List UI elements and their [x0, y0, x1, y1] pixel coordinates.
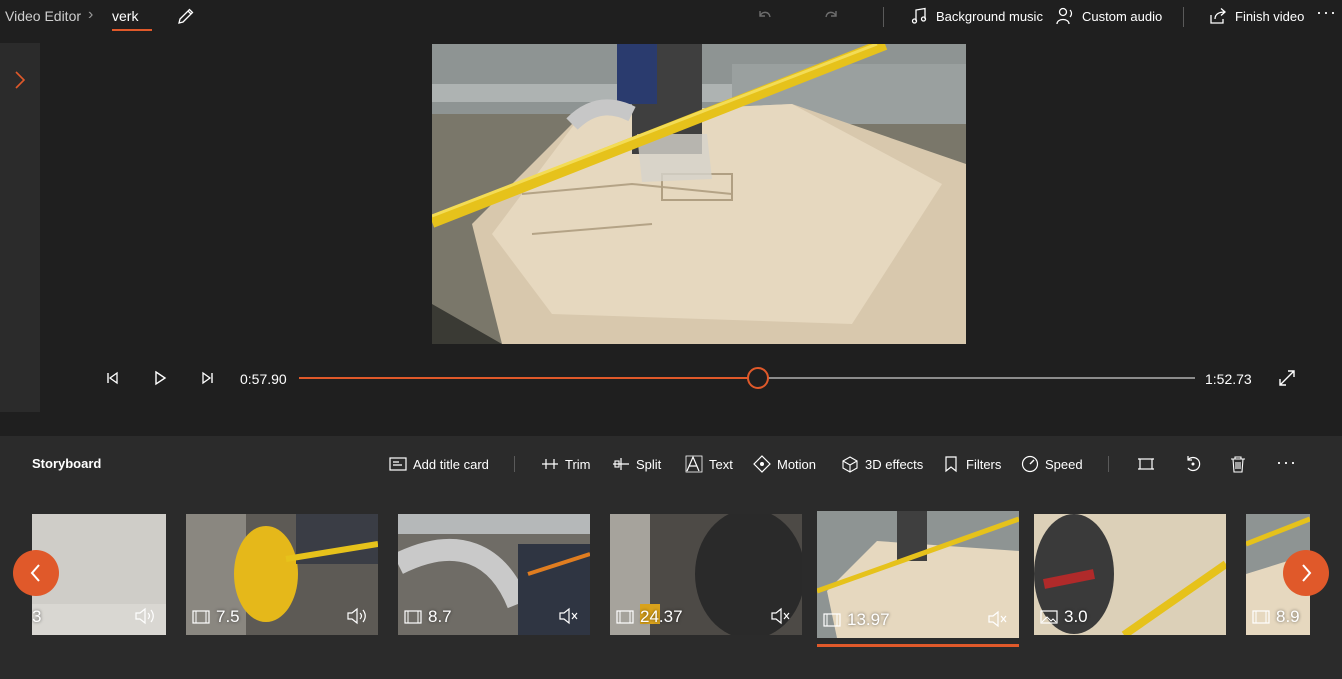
video-frame-image [432, 44, 966, 344]
play-icon[interactable] [150, 368, 170, 388]
title-card-icon [389, 457, 407, 471]
text-icon [685, 455, 703, 473]
text-button[interactable]: Text [685, 454, 733, 474]
split-icon [613, 458, 629, 470]
scroll-right-button[interactable] [1283, 550, 1329, 596]
storyboard-divider [1108, 456, 1109, 472]
custom-audio-label: Custom audio [1082, 8, 1163, 24]
selected-clip-indicator [817, 644, 1019, 647]
storyboard-clip[interactable]: 7.5 [186, 514, 378, 635]
redo-icon[interactable] [822, 6, 842, 26]
resize-icon[interactable] [1137, 455, 1155, 473]
background-music-label: Background music [936, 8, 1043, 24]
video-clip-icon [823, 613, 841, 627]
chevron-left-icon [30, 564, 40, 582]
trim-button[interactable]: Trim [541, 454, 591, 474]
person-audio-icon [1056, 7, 1073, 25]
video-clip-icon [404, 610, 422, 624]
split-button[interactable]: Split [612, 454, 661, 474]
video-clip-icon [1252, 610, 1270, 624]
clip-info: 3 [32, 607, 41, 627]
clip-info: 7.5 [192, 607, 240, 627]
filters-icon [945, 456, 957, 473]
storyboard-clip[interactable]: 24.37 [610, 514, 802, 635]
delete-icon[interactable] [1229, 455, 1247, 473]
3d-effects-icon [842, 456, 858, 473]
project-name-underline [112, 29, 152, 31]
clip-info: 13.97 [823, 610, 890, 630]
motion-icon [753, 455, 771, 473]
storyboard-more-button[interactable]: ··· [1276, 452, 1297, 473]
background-music-button[interactable]: Background music [910, 0, 1043, 32]
split-label: Split [636, 456, 662, 472]
speed-label: Speed [1045, 456, 1083, 472]
breadcrumb-root[interactable]: Video Editor [5, 8, 81, 24]
mute-icon[interactable] [558, 607, 580, 625]
clip-info: 24.37 [616, 607, 683, 627]
mute-icon[interactable] [770, 607, 792, 625]
trim-icon [542, 459, 558, 469]
toolbar-divider [883, 7, 884, 27]
motion-button[interactable]: Motion [753, 454, 816, 474]
clip-duration: 3 [32, 607, 42, 626]
seek-thumb[interactable] [746, 367, 769, 389]
clip-duration: 3.0 [1064, 607, 1088, 626]
scroll-left-button[interactable] [13, 550, 59, 596]
3d-effects-button[interactable]: 3D effects [841, 454, 923, 474]
clip-info: 3.0 [1040, 607, 1088, 627]
rotate-icon[interactable] [1184, 455, 1202, 473]
finish-video-label: Finish video [1235, 8, 1305, 24]
storyboard-clip[interactable]: 8.7 [398, 514, 590, 635]
speed-icon [1021, 455, 1039, 473]
clip-duration: 8.7 [428, 607, 452, 626]
storyboard-clip-selected[interactable]: 13.97 [817, 511, 1019, 638]
text-label: Text [709, 456, 733, 472]
video-preview[interactable] [432, 44, 966, 344]
3d-effects-label: 3D effects [865, 456, 924, 472]
trim-label: Trim [565, 456, 591, 472]
image-clip-icon [1040, 610, 1058, 624]
chevron-right-icon [1302, 564, 1312, 582]
volume-icon[interactable] [346, 607, 368, 625]
filters-label: Filters [966, 456, 1002, 472]
storyboard-panel: Storyboard Add title card Trim Split Tex… [0, 436, 1342, 679]
pencil-icon[interactable] [176, 6, 196, 26]
current-time: 0:57.90 [240, 371, 287, 387]
custom-audio-button[interactable]: Custom audio [1056, 0, 1162, 32]
next-frame-icon[interactable] [198, 368, 218, 388]
storyboard-divider [514, 456, 515, 472]
toolbar-divider [1183, 7, 1184, 27]
clip-duration: 24.37 [640, 607, 683, 626]
music-note-icon [911, 7, 927, 24]
add-title-card-button[interactable]: Add title card [389, 454, 489, 474]
filters-button[interactable]: Filters [942, 454, 1001, 474]
more-options-button[interactable]: ··· [1316, 2, 1337, 23]
storyboard-clip[interactable]: 3.0 [1034, 514, 1226, 635]
add-title-card-label: Add title card [413, 456, 489, 472]
video-clip-icon [616, 610, 634, 624]
previous-frame-icon[interactable] [102, 368, 122, 388]
title-bar: Video Editor › verk Background music Cus… [0, 0, 1342, 32]
speed-button[interactable]: Speed [1021, 454, 1083, 474]
finish-video-button[interactable]: Finish video [1209, 0, 1304, 32]
clip-duration: 13.97 [847, 610, 890, 629]
mute-icon[interactable] [987, 610, 1009, 628]
clip-duration: 8.9 [1276, 607, 1300, 626]
seek-progress [299, 377, 758, 379]
fullscreen-icon[interactable] [1277, 368, 1297, 388]
video-clip-icon [192, 610, 210, 624]
volume-icon[interactable] [134, 607, 156, 625]
side-panel [0, 43, 40, 412]
motion-label: Motion [777, 456, 817, 472]
clip-info: 8.7 [404, 607, 452, 627]
project-name[interactable]: verk [112, 8, 138, 24]
undo-icon[interactable] [754, 6, 774, 26]
breadcrumb-separator-icon: › [88, 6, 94, 23]
storyboard-title: Storyboard [32, 456, 102, 471]
clip-duration: 7.5 [216, 607, 240, 626]
share-icon [1210, 8, 1226, 24]
clip-info: 8.9 [1252, 607, 1300, 627]
expand-panel-icon[interactable] [12, 69, 28, 91]
total-time: 1:52.73 [1205, 371, 1252, 387]
